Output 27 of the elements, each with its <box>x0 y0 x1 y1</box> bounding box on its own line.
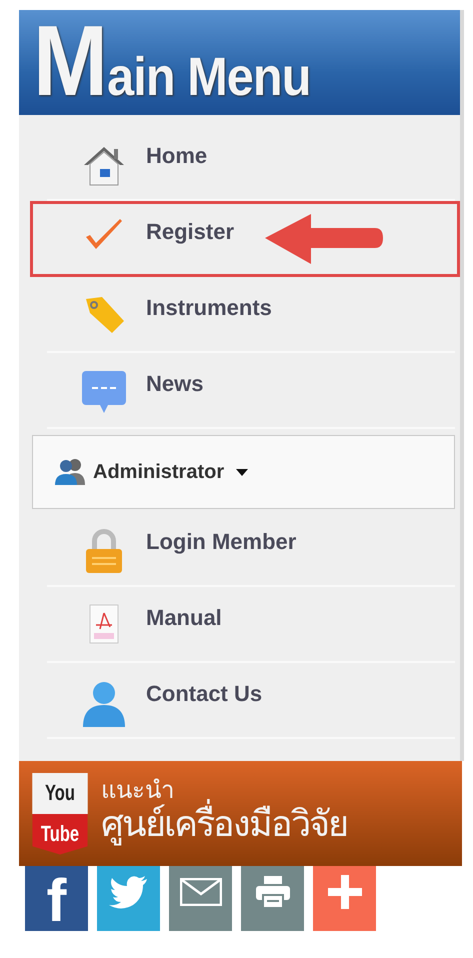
speech-bubble-icon <box>80 369 128 415</box>
email-share-button[interactable] <box>169 866 232 931</box>
menu-item[interactable]: Manual <box>47 587 455 663</box>
facebook-share-button[interactable]: f <box>25 866 88 931</box>
twitter-share-button[interactable] <box>97 866 160 931</box>
print-share-button[interactable] <box>241 866 304 931</box>
caret-icon <box>236 468 248 476</box>
menu-item[interactable]: Home <box>47 125 455 201</box>
plus-icon <box>328 874 362 908</box>
users-icon <box>53 457 87 487</box>
menu-item[interactable]: Login Member <box>47 511 455 587</box>
logo-text: You <box>32 772 88 814</box>
menu-title: Main Menu <box>33 11 310 111</box>
person-icon <box>81 679 127 729</box>
envelope-icon <box>180 878 222 906</box>
printer-icon <box>254 874 290 908</box>
menu-item[interactable]: News <box>47 353 455 429</box>
youtube-banner[interactable]: You Tube แนะนำ ศูนย์เครื่องมือวิจัย <box>19 761 462 866</box>
bird-icon <box>108 874 148 908</box>
more-share-button[interactable] <box>313 866 376 931</box>
menu-item[interactable]: Register <box>30 201 460 277</box>
menu-item[interactable]: Instruments <box>47 277 455 353</box>
logo-text: Tube <box>32 814 88 854</box>
dropdown-button[interactable]: Administrator <box>32 435 455 509</box>
checkmark-icon <box>84 217 124 251</box>
banner-subtitle: แนะนำ <box>101 778 174 802</box>
menu-item[interactable]: Contact Us <box>47 663 455 739</box>
